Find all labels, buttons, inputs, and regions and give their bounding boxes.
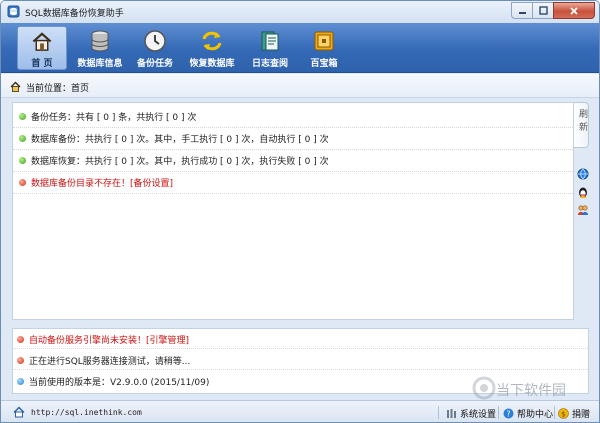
status-row-backup-dir-error[interactable]: 数据库备份目录不存在！[备份设置] — [13, 172, 573, 194]
clock-icon — [144, 30, 166, 52]
window-controls — [511, 2, 595, 20]
message-row-connection-test: 正在进行SQL服务器连接测试，请稍等... — [13, 351, 588, 370]
separator — [554, 406, 555, 419]
toolbar-item-label: 恢复数据库 — [189, 59, 235, 69]
maximize-icon — [538, 6, 548, 15]
error-status-icon — [17, 335, 24, 343]
status-row-db-restore: 数据库恢复：共执行 [ 0 ] 次。其中，执行成功 [ 0 ] 次，执行失败 [… — [13, 150, 573, 172]
toolbar-item-database-info[interactable]: 数据库信息 — [73, 26, 127, 70]
minimize-icon — [518, 12, 526, 14]
backup-settings-link[interactable]: 数据库备份目录不存在！[备份设置] — [31, 176, 173, 189]
main-toolbar: 首 页 数据库信息 备份任务 恢复数据库 日志查阅 百宝箱 — [1, 23, 599, 73]
app-icon — [7, 5, 20, 18]
breadcrumb-label: 当前位置：首页 — [26, 84, 90, 94]
toolbar-item-label: 百宝箱 — [310, 59, 338, 69]
website-link[interactable]: http://sql.inethink.com — [31, 408, 142, 417]
app-window: SQL数据库备份恢复助手 首 页 数据库信息 备份任务 恢复数据库 日志查阅 百… — [0, 0, 600, 423]
donate-label: 捐赠 — [572, 409, 591, 420]
system-settings-label: 系统设置 — [460, 409, 497, 420]
home-icon — [32, 32, 52, 51]
engine-management-link[interactable]: 自动备份服务引擎尚未安装！[引擎管理] — [29, 333, 189, 346]
toolbar-item-restore-db[interactable]: 恢复数据库 — [185, 26, 239, 70]
title-bar: SQL数据库备份恢复助手 — [1, 1, 599, 23]
help-center-button[interactable]: ? 帮助中心 — [503, 406, 553, 420]
info-status-icon — [17, 378, 24, 385]
message-text: 正在进行SQL服务器连接测试，请稍等... — [29, 356, 191, 367]
settings-icon — [447, 408, 456, 418]
maximize-button[interactable] — [532, 2, 554, 19]
refresh-icon — [202, 31, 222, 51]
donate-button[interactable]: $ 捐赠 — [558, 406, 590, 420]
close-icon — [570, 6, 578, 15]
toolbar-item-label: 数据库信息 — [77, 59, 123, 69]
toolbar-item-log-view[interactable]: 日志查阅 — [246, 26, 294, 70]
location-home-icon — [10, 81, 21, 92]
toolbar-item-label: 日志查阅 — [251, 59, 288, 69]
window-title: SQL数据库备份恢复助手 — [25, 9, 124, 19]
toolbar-item-label: 首 页 — [31, 59, 53, 69]
error-status-icon — [19, 179, 26, 186]
ok-status-icon — [19, 135, 26, 142]
toolbar-item-toolbox[interactable]: 百宝箱 — [302, 26, 346, 70]
system-settings-button[interactable]: 系统设置 — [446, 406, 496, 420]
separator — [498, 406, 499, 419]
svg-text:$: $ — [561, 410, 565, 418]
version-text: 当前使用的版本是：V2.9.0.0 (2015/11/09) — [29, 378, 210, 388]
help-center-label: 帮助中心 — [517, 409, 554, 420]
homepage-icon — [13, 406, 25, 418]
log-book-icon — [261, 31, 279, 51]
toolbar-item-label: 备份任务 — [136, 59, 173, 69]
close-button[interactable] — [553, 2, 595, 19]
toolbar-item-home[interactable]: 首 页 — [17, 26, 67, 70]
ok-status-icon — [19, 157, 26, 164]
database-icon — [91, 30, 109, 52]
status-text: 数据库备份：共执行 [ 0 ] 次。其中，手工执行 [ 0 ] 次，自动执行 [… — [31, 135, 329, 145]
treasure-box-icon — [314, 31, 334, 51]
message-row-engine[interactable]: 自动备份服务引擎尚未安装！[引擎管理] — [13, 330, 588, 349]
user-group-icon[interactable] — [577, 204, 589, 216]
status-text: 备份任务：共有 [ 0 ] 条，共执行 [ 0 ] 次 — [31, 113, 197, 123]
refresh-tab[interactable]: 刷新 — [574, 102, 589, 148]
status-panel: 备份任务：共有 [ 0 ] 条，共执行 [ 0 ] 次 数据库备份：共执行 [ … — [12, 102, 574, 320]
status-text: 数据库恢复：共执行 [ 0 ] 次。其中，执行成功 [ 0 ] 次，执行失败 [… — [31, 157, 329, 167]
web-globe-icon[interactable] — [577, 168, 589, 180]
help-icon: ? — [503, 408, 514, 418]
donate-icon: $ — [558, 407, 569, 419]
status-row-backup-tasks: 备份任务：共有 [ 0 ] 条，共执行 [ 0 ] 次 — [13, 106, 573, 128]
qq-penguin-icon[interactable] — [577, 186, 589, 198]
status-bar: http://sql.inethink.com 系统设置 ? 帮助中心 $ 捐赠 — [1, 400, 599, 422]
breadcrumb: 当前位置：首页 — [1, 74, 599, 98]
status-row-db-backup: 数据库备份：共执行 [ 0 ] 次。其中，手工执行 [ 0 ] 次，自动执行 [… — [13, 128, 573, 150]
watermark-text: 当下软件园 — [496, 383, 566, 399]
minimize-button[interactable] — [511, 2, 533, 19]
toolbar-item-backup-task[interactable]: 备份任务 — [131, 26, 179, 70]
ok-status-icon — [19, 113, 26, 120]
separator — [438, 406, 439, 419]
error-status-icon — [17, 356, 24, 364]
svg-text:?: ? — [506, 409, 510, 418]
refresh-tab-label: 刷新 — [577, 109, 587, 135]
